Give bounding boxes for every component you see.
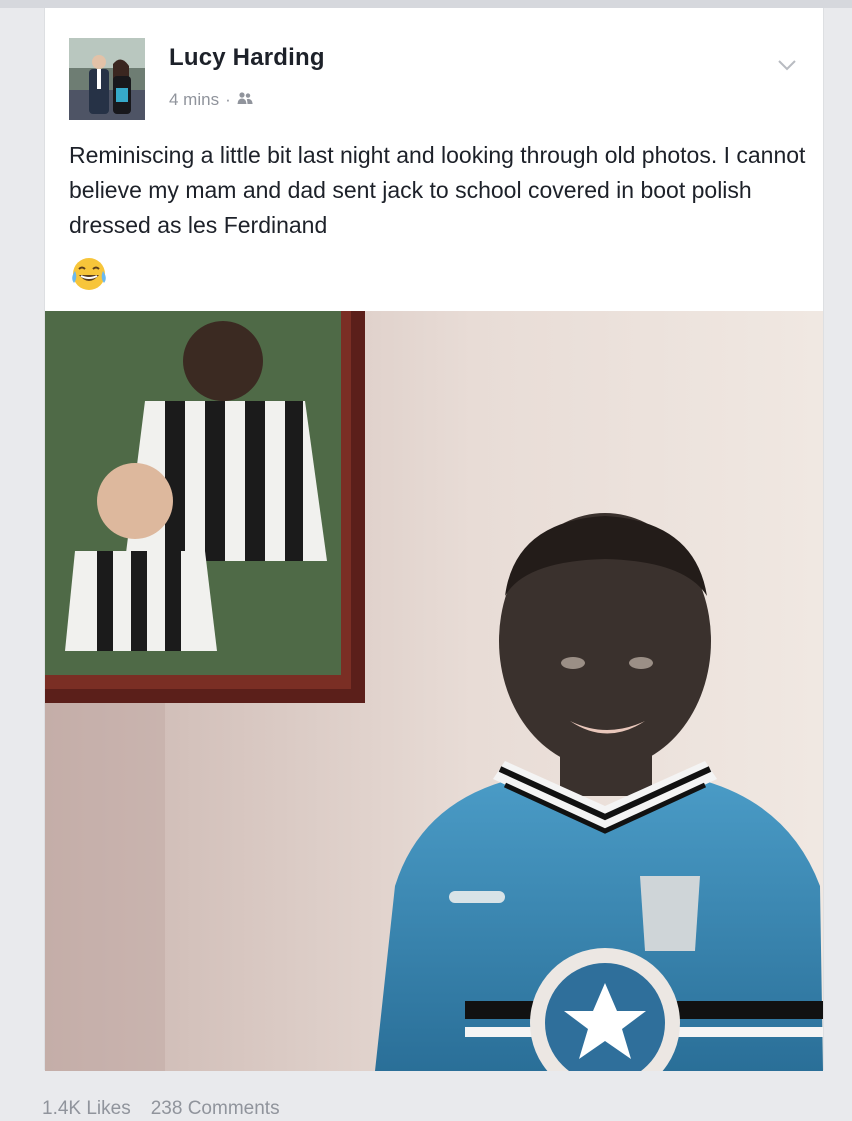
author-name[interactable]: Lucy Harding (169, 44, 325, 72)
post-photo[interactable] (45, 311, 823, 1071)
post-time[interactable]: 4 mins (169, 90, 219, 110)
photo-illustration (45, 311, 823, 1071)
chevron-down-icon[interactable] (775, 52, 799, 76)
post-stats: 1.4K Likes 238 Comments (42, 1098, 280, 1120)
avatar[interactable] (69, 38, 145, 120)
avatar-photo (69, 38, 145, 120)
comments-count[interactable]: 238 Comments (151, 1098, 280, 1120)
friends-icon[interactable] (237, 90, 253, 110)
meta-separator: · (225, 90, 231, 109)
tears-of-joy-emoji-icon (69, 254, 109, 294)
post-card: Lucy Harding 4 mins · Reminiscing a litt… (44, 8, 824, 1071)
likes-count[interactable]: 1.4K Likes (42, 1098, 131, 1120)
top-divider (0, 0, 852, 8)
post-meta: 4 mins · (169, 90, 253, 110)
post-text: Reminiscing a little bit last night and … (69, 142, 806, 238)
